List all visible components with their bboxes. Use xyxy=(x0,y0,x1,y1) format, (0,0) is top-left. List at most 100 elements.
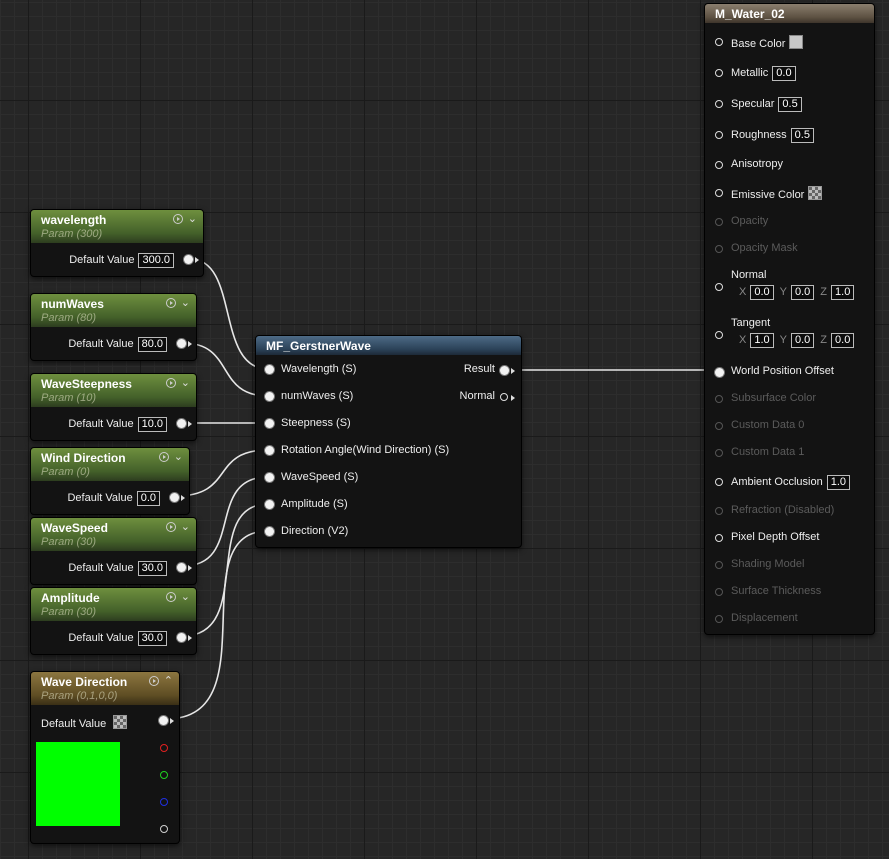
chevron-down-icon[interactable]: ⌄ xyxy=(181,591,190,602)
material-pin-label: Displacement xyxy=(731,612,798,624)
param-node-4[interactable]: WaveSpeed Param (30) ⌄ Default Value 30.0 xyxy=(30,517,197,585)
chevron-down-icon[interactable]: ⌄ xyxy=(181,377,190,388)
param-node-2[interactable]: WaveSteepness Param (10) ⌄ Default Value… xyxy=(30,373,197,441)
param-node-3[interactable]: Wind Direction Param (0) ⌄ Default Value… xyxy=(30,447,190,515)
param-subtitle: Param (80) xyxy=(41,312,97,324)
vector-component-input[interactable]: 1.0 xyxy=(831,285,855,300)
vector-component-input[interactable]: 0.0 xyxy=(790,333,815,348)
material-input-pin[interactable] xyxy=(715,331,723,339)
material-input-pin[interactable] xyxy=(715,38,723,46)
material-pin-row: Surface Thickness xyxy=(731,585,821,597)
function-input-pin[interactable] xyxy=(265,392,274,401)
vector-component-input[interactable]: 0.0 xyxy=(831,333,855,348)
color-swatch-checker[interactable] xyxy=(113,715,128,729)
material-pin-value[interactable]: 0.5 xyxy=(790,128,814,143)
param-output-pin[interactable] xyxy=(170,493,179,502)
material-input-pin[interactable] xyxy=(715,131,723,139)
param-node-1[interactable]: numWaves Param (80) ⌄ Default Value 80.0 xyxy=(30,293,197,361)
normal-output-pin[interactable] xyxy=(500,393,508,401)
param-header[interactable]: wavelength Param (300) ⌄ xyxy=(31,210,203,243)
wave-direction-header[interactable]: Wave Direction Param (0,1,0,0) ⌃ xyxy=(31,672,179,705)
function-node-header[interactable]: MF_GerstnerWave xyxy=(256,336,521,355)
preview-toggle-icon[interactable] xyxy=(158,452,169,462)
chevron-down-icon[interactable]: ⌄ xyxy=(181,521,190,532)
preview-toggle-icon[interactable] xyxy=(172,214,183,224)
param-node-0[interactable]: wavelength Param (300) ⌄ Default Value 30… xyxy=(30,209,204,277)
blue-channel-pin[interactable] xyxy=(160,798,168,806)
chevron-down-icon[interactable]: ⌄ xyxy=(181,297,190,308)
material-input-pin[interactable] xyxy=(715,561,723,569)
red-channel-pin[interactable] xyxy=(160,744,168,752)
param-title: numWaves xyxy=(41,297,104,311)
base-color-swatch[interactable] xyxy=(789,35,804,49)
vector-component-input[interactable]: 1.0 xyxy=(750,333,774,348)
vector-component-input[interactable]: 0.0 xyxy=(750,285,774,300)
param-header[interactable]: WaveSpeed Param (30) ⌄ xyxy=(31,518,196,551)
material-result-node[interactable]: M_Water_02 Base Color Metallic 0.0 Specular… xyxy=(704,3,875,635)
material-input-pin[interactable] xyxy=(715,588,723,596)
material-input-pin[interactable] xyxy=(715,395,723,403)
default-value-input[interactable]: 30.0 xyxy=(137,631,167,646)
param-output-pin[interactable] xyxy=(177,633,186,642)
chevron-down-icon[interactable]: ⌄ xyxy=(174,451,183,462)
green-channel-pin[interactable] xyxy=(160,771,168,779)
material-input-pin[interactable] xyxy=(715,615,723,623)
material-input-pin[interactable] xyxy=(715,449,723,457)
material-input-pin[interactable] xyxy=(715,368,724,377)
rgba-output-pin[interactable] xyxy=(159,716,168,725)
param-header[interactable]: WaveSteepness Param (10) ⌄ xyxy=(31,374,196,407)
preview-toggle-icon[interactable] xyxy=(165,378,176,388)
material-pin-row: Pixel Depth Offset xyxy=(731,531,819,543)
param-output-pin[interactable] xyxy=(177,339,186,348)
material-node-header[interactable]: M_Water_02 xyxy=(705,4,874,23)
material-input-pin[interactable] xyxy=(715,69,723,77)
preview-toggle-icon[interactable] xyxy=(165,592,176,602)
param-output-pin[interactable] xyxy=(177,419,186,428)
material-input-pin[interactable] xyxy=(715,161,723,169)
material-input-pin[interactable] xyxy=(715,478,723,486)
function-input-pin[interactable] xyxy=(265,365,274,374)
param-output-pin[interactable] xyxy=(184,255,193,264)
material-input-pin[interactable] xyxy=(715,283,723,291)
material-pin-value[interactable]: 0.0 xyxy=(772,66,796,81)
param-node-5[interactable]: Amplitude Param (30) ⌄ Default Value 30.0 xyxy=(30,587,197,655)
emissive-color-swatch[interactable] xyxy=(808,186,823,200)
default-value-input[interactable]: 30.0 xyxy=(137,561,167,576)
result-output-pin[interactable] xyxy=(500,366,509,375)
material-pin-value[interactable]: 0.5 xyxy=(778,97,802,112)
axis-label: X xyxy=(739,334,747,346)
gerstner-wave-function-node[interactable]: MF_GerstnerWave Wavelength (S) numWaves (… xyxy=(255,335,522,548)
wave-direction-node[interactable]: Wave Direction Param (0,1,0,0) ⌃ Default… xyxy=(30,671,180,844)
default-value-input[interactable]: 300.0 xyxy=(138,253,174,268)
param-header[interactable]: numWaves Param (80) ⌄ xyxy=(31,294,196,327)
default-value-input[interactable]: 0.0 xyxy=(136,491,160,506)
default-value-input[interactable]: 10.0 xyxy=(137,417,167,432)
param-header[interactable]: Amplitude Param (30) ⌄ xyxy=(31,588,196,621)
preview-toggle-icon[interactable] xyxy=(148,676,159,686)
function-input-label: numWaves (S) xyxy=(281,390,354,402)
material-input-pin[interactable] xyxy=(715,245,723,253)
material-input-pin[interactable] xyxy=(715,422,723,430)
alpha-channel-pin[interactable] xyxy=(160,825,168,833)
chevron-up-icon[interactable]: ⌃ xyxy=(164,675,173,686)
material-pin-value[interactable]: 1.0 xyxy=(826,475,851,490)
material-input-pin[interactable] xyxy=(715,534,723,542)
material-input-pin[interactable] xyxy=(715,218,723,226)
param-header[interactable]: Wind Direction Param (0) ⌄ xyxy=(31,448,189,481)
function-input-pin[interactable] xyxy=(265,419,274,428)
vector-component-input[interactable]: 0.0 xyxy=(790,285,815,300)
material-input-pin[interactable] xyxy=(715,189,723,197)
function-input-pin[interactable] xyxy=(265,527,274,536)
function-input-pin[interactable] xyxy=(265,473,274,482)
function-input-pin[interactable] xyxy=(265,500,274,509)
preview-toggle-icon[interactable] xyxy=(165,298,176,308)
param-subtitle: Param (0) xyxy=(41,466,90,478)
preview-toggle-icon[interactable] xyxy=(165,522,176,532)
default-value-input[interactable]: 80.0 xyxy=(137,337,167,352)
chevron-down-icon[interactable]: ⌄ xyxy=(188,213,197,224)
material-input-pin[interactable] xyxy=(715,100,723,108)
result-output-label: Result xyxy=(463,363,495,375)
material-input-pin[interactable] xyxy=(715,507,723,515)
param-output-pin[interactable] xyxy=(177,563,186,572)
function-input-pin[interactable] xyxy=(265,446,274,455)
